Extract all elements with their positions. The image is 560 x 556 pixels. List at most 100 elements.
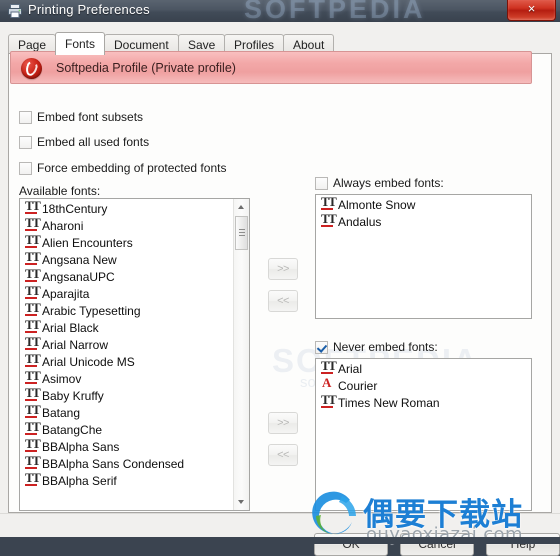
font-name-label: Andalus — [338, 215, 382, 229]
window-title: Printing Preferences — [28, 2, 150, 17]
available-fonts-scrollbar[interactable] — [233, 199, 249, 510]
font-list-item[interactable]: TT Andalus — [316, 211, 531, 231]
font-name-label: Arial Black — [42, 321, 99, 335]
truetype-font-icon: TT — [25, 436, 41, 452]
postscript-font-icon: A — [322, 375, 332, 390]
font-list-item[interactable]: TT Aparajita — [20, 283, 233, 303]
add-to-always-embed-button[interactable]: >> — [268, 258, 298, 280]
tab-label: Fonts — [65, 37, 96, 51]
font-list-item[interactable]: TT Asimov — [20, 369, 233, 388]
remove-from-always-embed-button[interactable]: << — [268, 290, 298, 312]
font-list-item[interactable]: TT BBAlpha Sans Condensed — [20, 453, 233, 473]
truetype-font-icon: TT — [25, 300, 41, 316]
remove-from-never-embed-button[interactable]: << — [268, 444, 298, 466]
font-list-item[interactable]: TT Alien Encounters — [20, 232, 233, 252]
font-list-item[interactable]: TT Batang — [20, 402, 233, 422]
font-name-label: Arabic Typesetting — [42, 304, 141, 318]
font-name-label: Arial Narrow — [42, 338, 109, 352]
tab-fonts[interactable]: Fonts — [55, 32, 106, 55]
truetype-font-icon: TT — [25, 232, 41, 248]
add-to-never-embed-button[interactable]: >> — [268, 412, 298, 434]
always-embed-fonts-items: TT Almonte Snow TT Andalus — [316, 197, 531, 318]
font-name-label: 18thCentury — [42, 202, 108, 216]
font-name-label: BBAlpha Sans Condensed — [42, 457, 185, 471]
profile-label: Softpedia Profile (Private profile) — [56, 61, 236, 75]
truetype-font-icon: TT — [25, 283, 41, 299]
footer-separator — [0, 513, 560, 514]
truetype-font-icon: TT — [25, 351, 41, 367]
font-name-label: Batang — [42, 406, 81, 420]
truetype-font-icon: TT — [25, 453, 41, 469]
font-list-item[interactable]: TT 18thCentury — [20, 201, 233, 218]
font-list-item[interactable]: TT Almonte Snow — [316, 197, 531, 214]
available-fonts-list[interactable]: TT 18thCentury TT Aharoni TT Alien Encounters… — [19, 198, 250, 511]
checkbox-label: Force embedding of protected fonts — [37, 161, 227, 175]
title-bar: Printing Preferences SOFTPEDIA × — [0, 0, 560, 22]
tab-label: Save — [188, 38, 216, 52]
never-embed-fonts-list[interactable]: TT Arial A Courier TT Times New Roman — [315, 358, 532, 511]
font-list-item[interactable]: A Courier — [316, 375, 531, 395]
font-name-label: Asimov — [42, 372, 82, 386]
font-list-item[interactable]: TT Arabic Typesetting — [20, 300, 233, 320]
font-name-label: Courier — [338, 379, 378, 393]
tab-label: Document — [114, 38, 169, 52]
printing-preferences-window: Printing Preferences SOFTPEDIA × Page Fon… — [0, 0, 560, 556]
font-name-label: AngsanaUPC — [42, 270, 115, 284]
checkbox-label: Embed all used fonts — [37, 135, 150, 149]
font-name-label: BBAlpha Sans — [42, 440, 120, 454]
checkbox-label: Never embed fonts: — [333, 340, 438, 354]
font-list-item[interactable]: TT BatangChe — [20, 420, 233, 439]
profile-banner[interactable]: Softpedia Profile (Private profile) — [10, 51, 532, 84]
truetype-font-icon: TT — [25, 402, 41, 418]
font-name-label: Aparajita — [42, 287, 90, 301]
checkbox-box[interactable] — [19, 162, 32, 175]
scrollbar-thumb[interactable] — [235, 216, 248, 250]
font-list-item[interactable]: TT AngsanaUPC — [20, 266, 233, 286]
font-name-label: Aharoni — [42, 219, 84, 233]
checkbox-label: Always embed fonts: — [333, 176, 444, 190]
tab-label: Page — [18, 38, 47, 52]
font-list-item[interactable]: TT Baby Kruffy — [20, 386, 233, 405]
printer-icon — [8, 4, 22, 18]
font-list-item[interactable]: TT Angsana New — [20, 249, 233, 269]
font-name-label: BatangChe — [42, 423, 103, 437]
scroll-down-arrow-icon[interactable] — [234, 494, 249, 510]
truetype-font-icon: TT — [25, 249, 41, 265]
tab-label: About — [293, 38, 325, 52]
scroll-up-arrow-icon[interactable] — [234, 199, 249, 215]
font-list-item[interactable]: TT Times New Roman — [316, 392, 531, 412]
checkbox-box[interactable] — [315, 341, 328, 354]
font-name-label: Angsana New — [42, 253, 117, 267]
always-embed-fonts-list[interactable]: TT Almonte Snow TT Andalus — [315, 194, 532, 319]
font-name-label: Arial — [338, 362, 363, 376]
tab-label: Profiles — [234, 38, 275, 52]
font-list-item[interactable]: TT Arial — [316, 361, 531, 378]
close-icon: × — [527, 1, 536, 16]
checkbox-box[interactable] — [19, 111, 32, 124]
font-list-item[interactable]: TT BBAlpha Serif — [20, 470, 233, 490]
softpedia-title-watermark: SOFTPEDIA — [244, 0, 426, 22]
font-list-item[interactable]: TT Arial Narrow — [20, 335, 233, 354]
truetype-font-icon: TT — [321, 392, 337, 408]
never-embed-fonts-items: TT Arial A Courier TT Times New Roman — [316, 361, 531, 510]
checkbox-label: Embed font subsets — [37, 110, 144, 124]
font-list-item[interactable]: TT BBAlpha Sans — [20, 436, 233, 456]
font-list-item[interactable]: TT Arial Unicode MS — [20, 351, 233, 371]
desktop-background-strip — [0, 537, 560, 544]
truetype-font-icon: TT — [321, 211, 337, 227]
available-fonts-label: Available fonts: — [19, 184, 101, 198]
font-name-label: Arial Unicode MS — [42, 355, 135, 369]
font-list-item[interactable]: TT Arial Black — [20, 318, 233, 337]
font-name-label: Times New Roman — [338, 396, 440, 410]
close-button[interactable]: × — [507, 0, 556, 21]
truetype-font-icon: TT — [25, 470, 41, 486]
checkbox-box[interactable] — [315, 177, 328, 190]
font-name-label: Baby Kruffy — [42, 389, 104, 403]
truetype-font-icon: TT — [25, 266, 41, 282]
truetype-font-icon: TT — [25, 215, 41, 231]
font-list-item[interactable]: TT Aharoni — [20, 215, 233, 235]
available-fonts-items: TT 18thCentury TT Aharoni TT Alien Encounters… — [20, 201, 233, 510]
checkbox-box[interactable] — [19, 136, 32, 149]
font-name-label: Almonte Snow — [338, 198, 416, 212]
font-name-label: BBAlpha Serif — [42, 474, 117, 488]
